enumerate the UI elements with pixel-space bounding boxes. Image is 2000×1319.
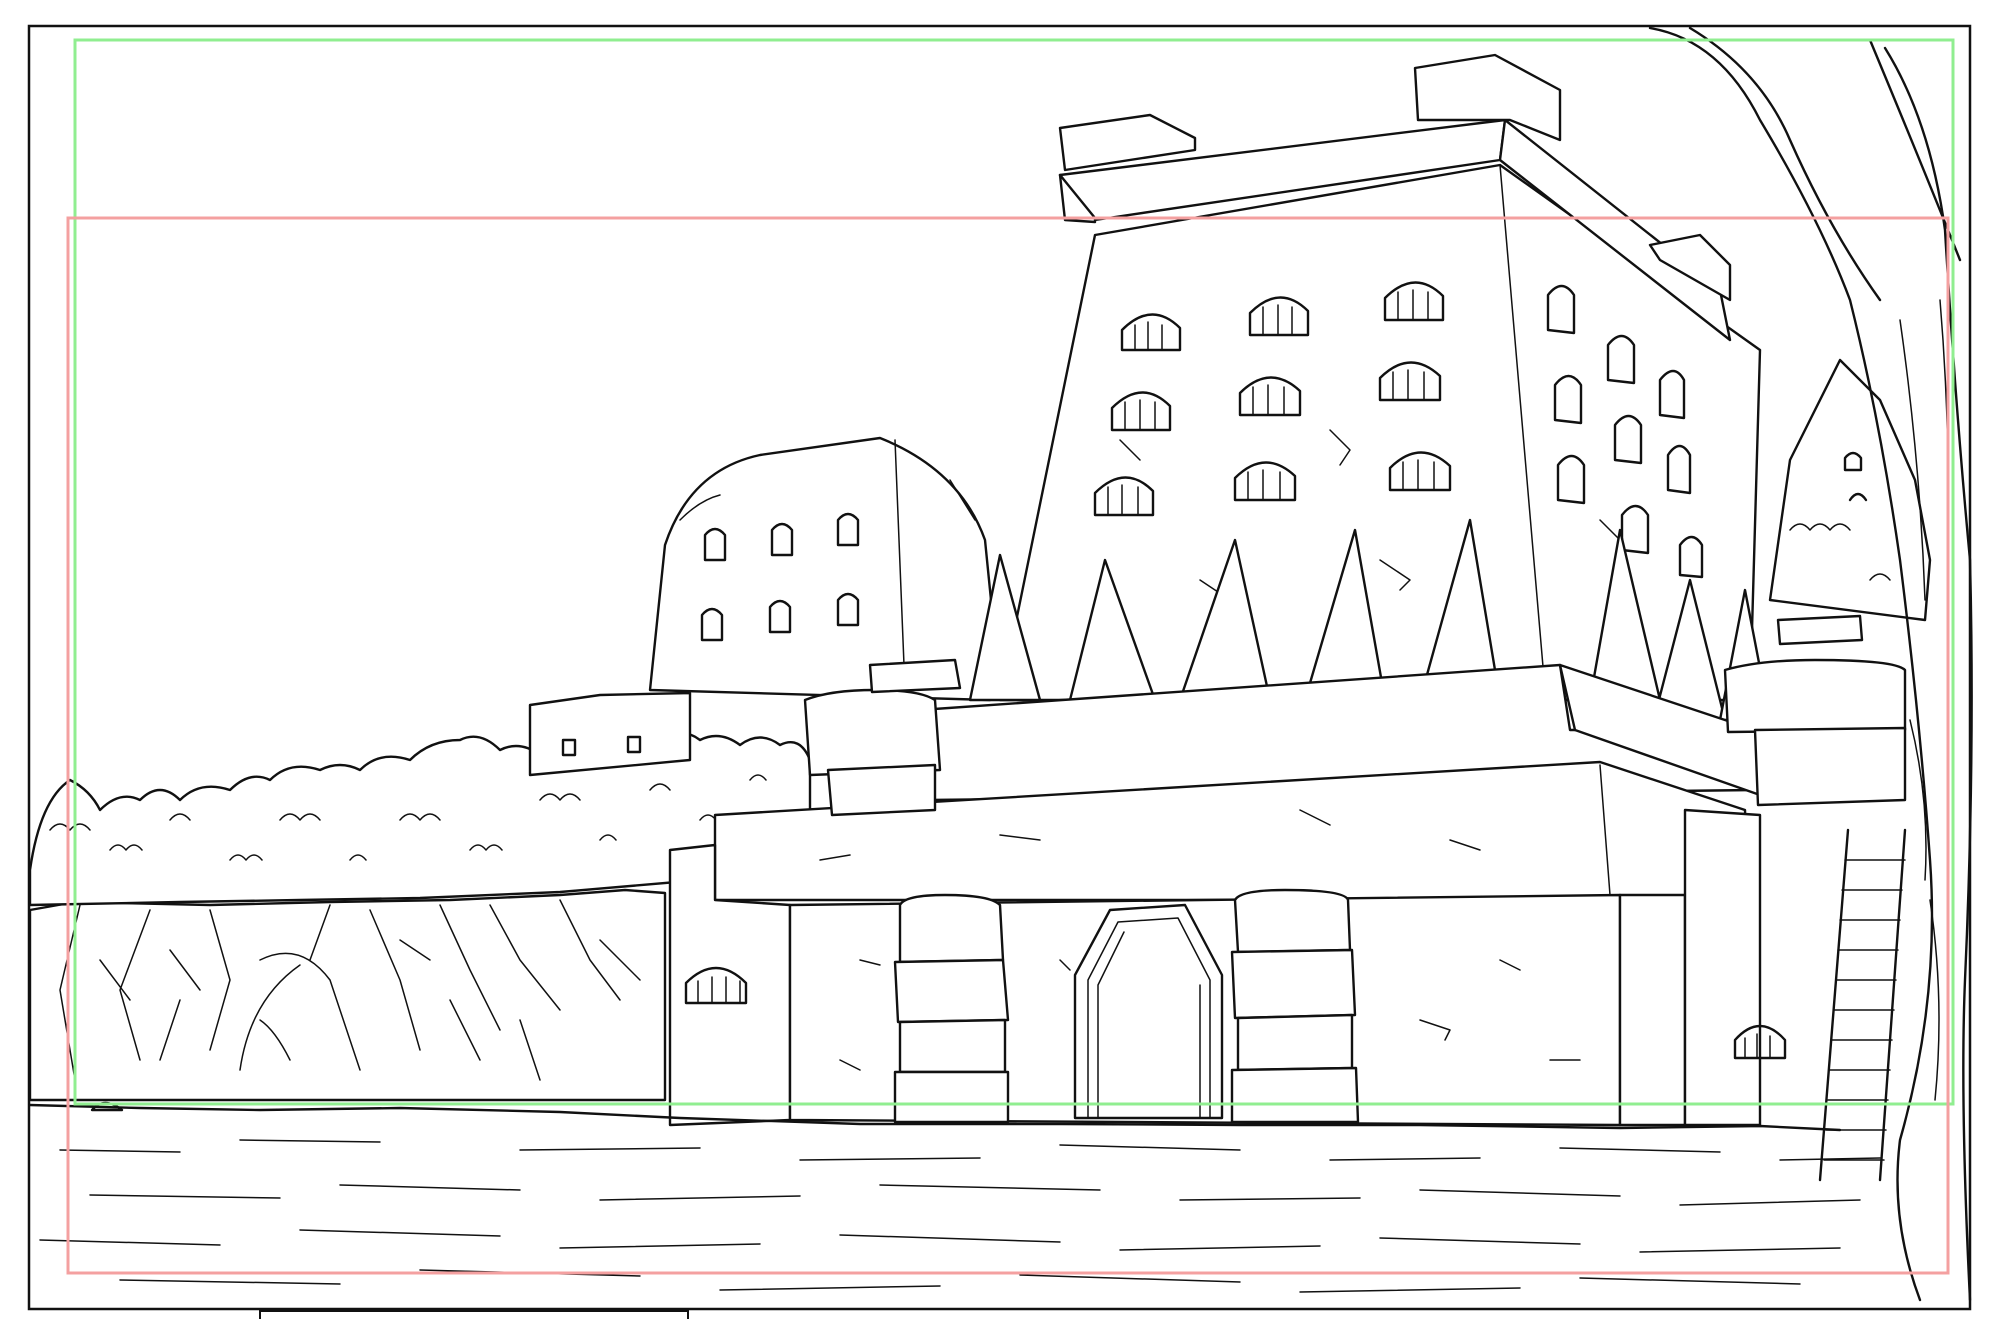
background-layout-drawing <box>27 24 1973 1319</box>
rope-ladder <box>1818 828 1907 1182</box>
distant-right-tower <box>1768 358 1932 622</box>
ground <box>28 1101 1881 1293</box>
left-cliff <box>28 888 667 1102</box>
label-tab <box>259 1310 689 1319</box>
